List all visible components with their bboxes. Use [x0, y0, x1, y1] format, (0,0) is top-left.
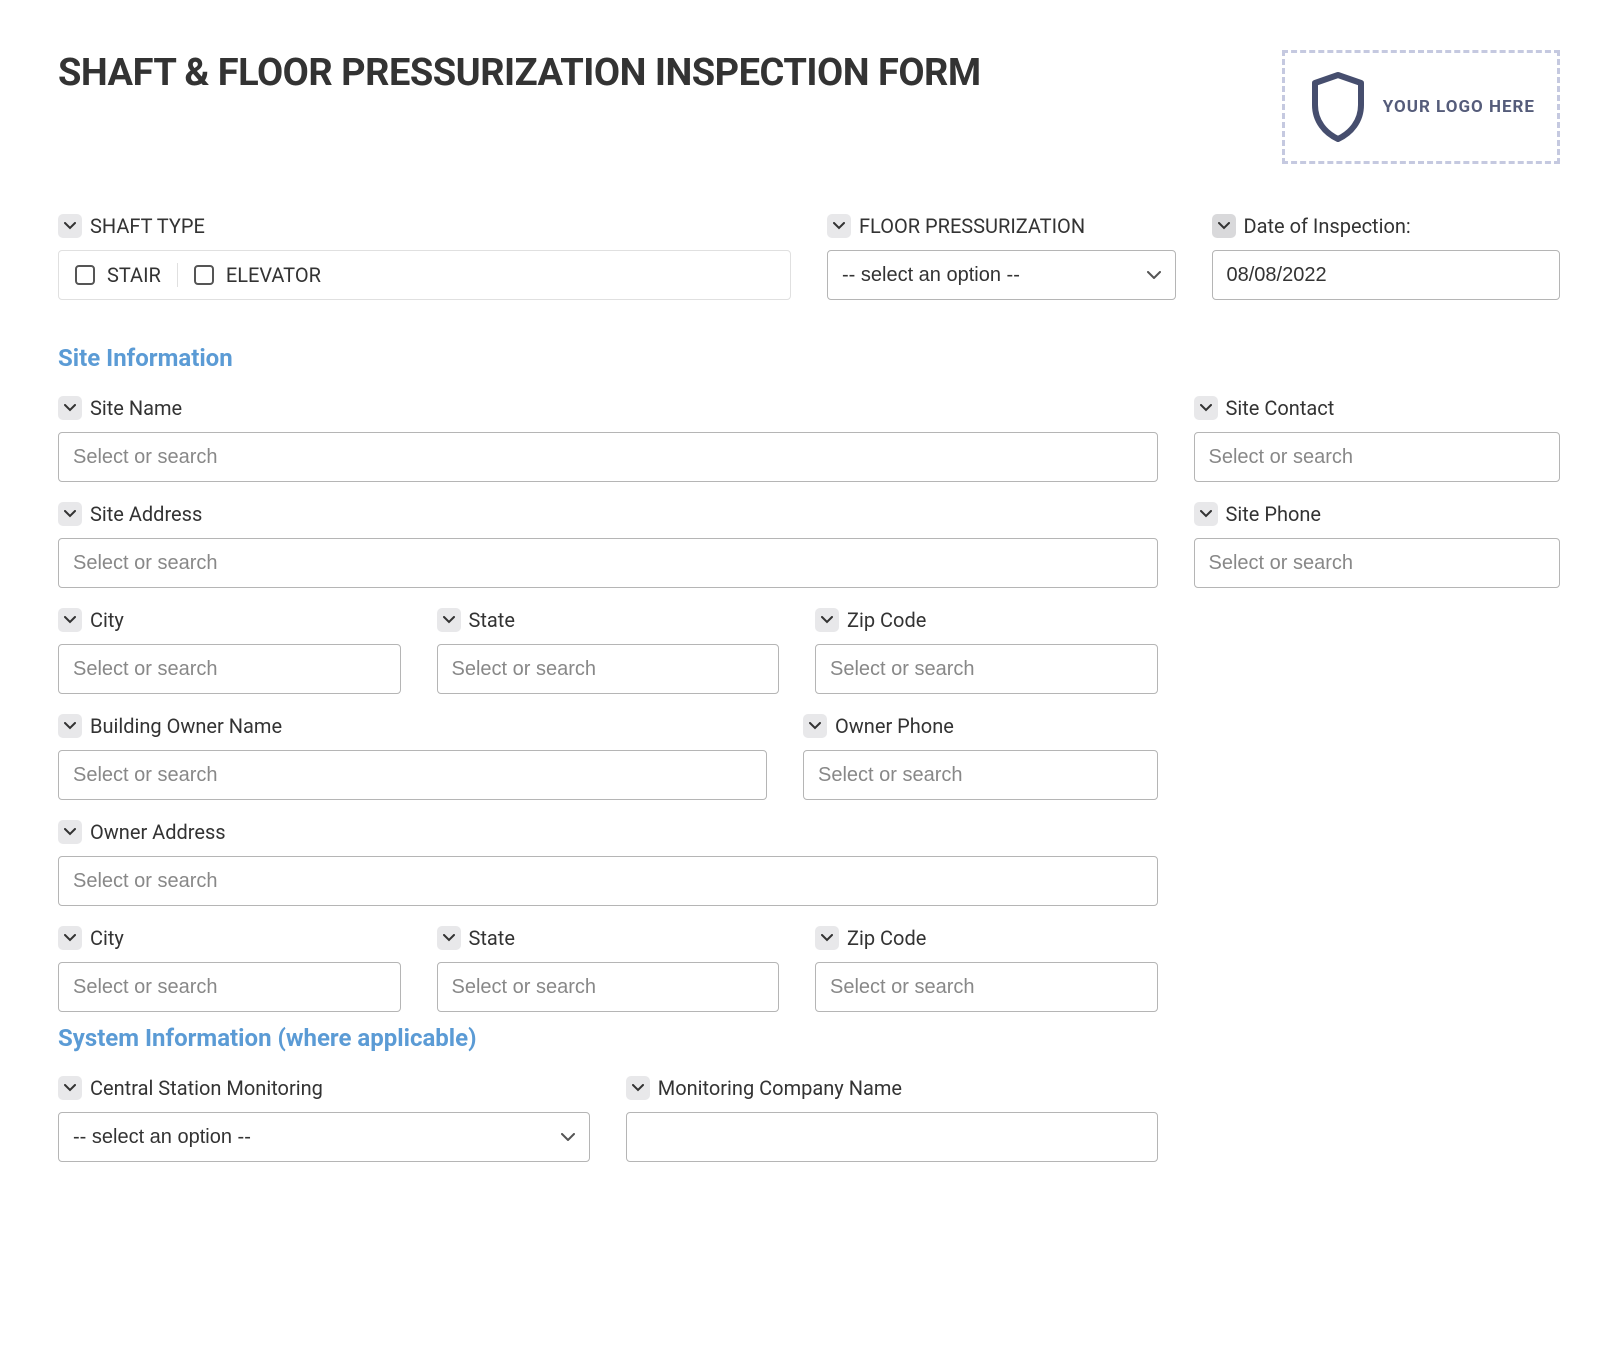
site-name-label: Site Name	[90, 396, 182, 420]
chevron-down-icon[interactable]	[1194, 502, 1218, 526]
header-row: SHAFT & FLOOR PRESSURIZATION INSPECTION …	[58, 50, 1560, 164]
site-contact-label: Site Contact	[1226, 396, 1335, 420]
monitoring-company-input[interactable]	[626, 1112, 1158, 1162]
central-station-group: Central Station Monitoring -- select an …	[58, 1076, 590, 1162]
site-phone-label: Site Phone	[1226, 502, 1322, 526]
owner-state-label: State	[469, 926, 515, 950]
chevron-down-icon[interactable]	[58, 714, 82, 738]
owner-address-input[interactable]	[58, 856, 1158, 906]
zip-label: Zip Code	[847, 608, 926, 632]
chevron-down-icon[interactable]	[1194, 396, 1218, 420]
monitoring-company-group: Monitoring Company Name	[626, 1076, 1158, 1162]
owner-phone-input[interactable]	[803, 750, 1158, 800]
chevron-down-icon[interactable]	[58, 214, 82, 238]
checkbox-stair-label: STAIR	[107, 263, 161, 287]
checkbox-box[interactable]	[75, 265, 95, 285]
chevron-down-icon[interactable]	[58, 1076, 82, 1100]
site-phone-group: Site Phone	[1194, 502, 1561, 588]
site-name-input[interactable]	[58, 432, 1158, 482]
date-label: Date of Inspection:	[1244, 214, 1411, 238]
shield-icon	[1307, 71, 1369, 143]
chevron-down-icon[interactable]	[803, 714, 827, 738]
chevron-down-icon[interactable]	[626, 1076, 650, 1100]
checkbox-box[interactable]	[194, 265, 214, 285]
owner-city-input[interactable]	[58, 962, 401, 1012]
floor-pressurization-select[interactable]: -- select an option --	[827, 250, 1176, 300]
owner-zip-group: Zip Code	[815, 926, 1158, 1012]
owner-city-label: City	[90, 926, 124, 950]
site-section-title: Site Information	[58, 344, 1560, 372]
central-station-select[interactable]: -- select an option --	[58, 1112, 590, 1162]
shaft-type-group: SHAFT TYPE STAIR ELEVATOR	[58, 214, 791, 300]
owner-zip-label: Zip Code	[847, 926, 926, 950]
owner-city-group: City	[58, 926, 401, 1012]
chevron-down-icon[interactable]	[815, 926, 839, 950]
owner-state-group: State	[437, 926, 780, 1012]
city-group: City	[58, 608, 401, 694]
owner-name-group: Building Owner Name	[58, 714, 767, 800]
owner-address-label: Owner Address	[90, 820, 226, 844]
chevron-down-icon[interactable]	[58, 608, 82, 632]
city-label: City	[90, 608, 124, 632]
zip-group: Zip Code	[815, 608, 1158, 694]
chevron-down-icon[interactable]	[827, 214, 851, 238]
logo-text: YOUR LOGO HERE	[1383, 96, 1535, 118]
page-title: SHAFT & FLOOR PRESSURIZATION INSPECTION …	[58, 50, 981, 98]
site-address-label: Site Address	[90, 502, 202, 526]
central-station-label: Central Station Monitoring	[90, 1076, 323, 1100]
chevron-down-icon[interactable]	[437, 608, 461, 632]
chevron-down-icon[interactable]	[437, 926, 461, 950]
owner-phone-group: Owner Phone	[803, 714, 1158, 800]
chevron-down-icon[interactable]	[58, 820, 82, 844]
chevron-down-icon[interactable]	[58, 926, 82, 950]
checkbox-stair[interactable]: STAIR	[59, 263, 178, 287]
site-address-input[interactable]	[58, 538, 1158, 588]
owner-state-input[interactable]	[437, 962, 780, 1012]
chevron-down-icon[interactable]	[1212, 214, 1236, 238]
site-name-group: Site Name	[58, 396, 1158, 482]
floor-pressurization-label: FLOOR PRESSURIZATION	[859, 214, 1085, 238]
owner-zip-input[interactable]	[815, 962, 1158, 1012]
date-group: Date of Inspection:	[1212, 214, 1561, 300]
shaft-type-label: SHAFT TYPE	[90, 214, 205, 238]
shaft-type-options: STAIR ELEVATOR	[58, 250, 791, 300]
monitoring-company-label: Monitoring Company Name	[658, 1076, 902, 1100]
owner-name-input[interactable]	[58, 750, 767, 800]
site-address-group: Site Address	[58, 502, 1158, 588]
site-phone-input[interactable]	[1194, 538, 1561, 588]
chevron-down-icon[interactable]	[58, 502, 82, 526]
checkbox-elevator[interactable]: ELEVATOR	[178, 263, 337, 287]
owner-name-label: Building Owner Name	[90, 714, 282, 738]
top-row: SHAFT TYPE STAIR ELEVATOR FLOOR PRESSURI…	[58, 214, 1560, 300]
zip-input[interactable]	[815, 644, 1158, 694]
system-section-title: System Information (where applicable)	[58, 1024, 1560, 1052]
checkbox-elevator-label: ELEVATOR	[226, 263, 321, 287]
site-contact-input[interactable]	[1194, 432, 1561, 482]
floor-pressurization-group: FLOOR PRESSURIZATION -- select an option…	[827, 214, 1176, 300]
city-input[interactable]	[58, 644, 401, 694]
date-input[interactable]	[1212, 250, 1561, 300]
state-input[interactable]	[437, 644, 780, 694]
owner-address-group: Owner Address	[58, 820, 1158, 906]
owner-phone-label: Owner Phone	[835, 714, 954, 738]
site-contact-group: Site Contact	[1194, 396, 1561, 482]
chevron-down-icon[interactable]	[58, 396, 82, 420]
chevron-down-icon[interactable]	[815, 608, 839, 632]
logo-placeholder: YOUR LOGO HERE	[1282, 50, 1560, 164]
state-label: State	[469, 608, 515, 632]
state-group: State	[437, 608, 780, 694]
